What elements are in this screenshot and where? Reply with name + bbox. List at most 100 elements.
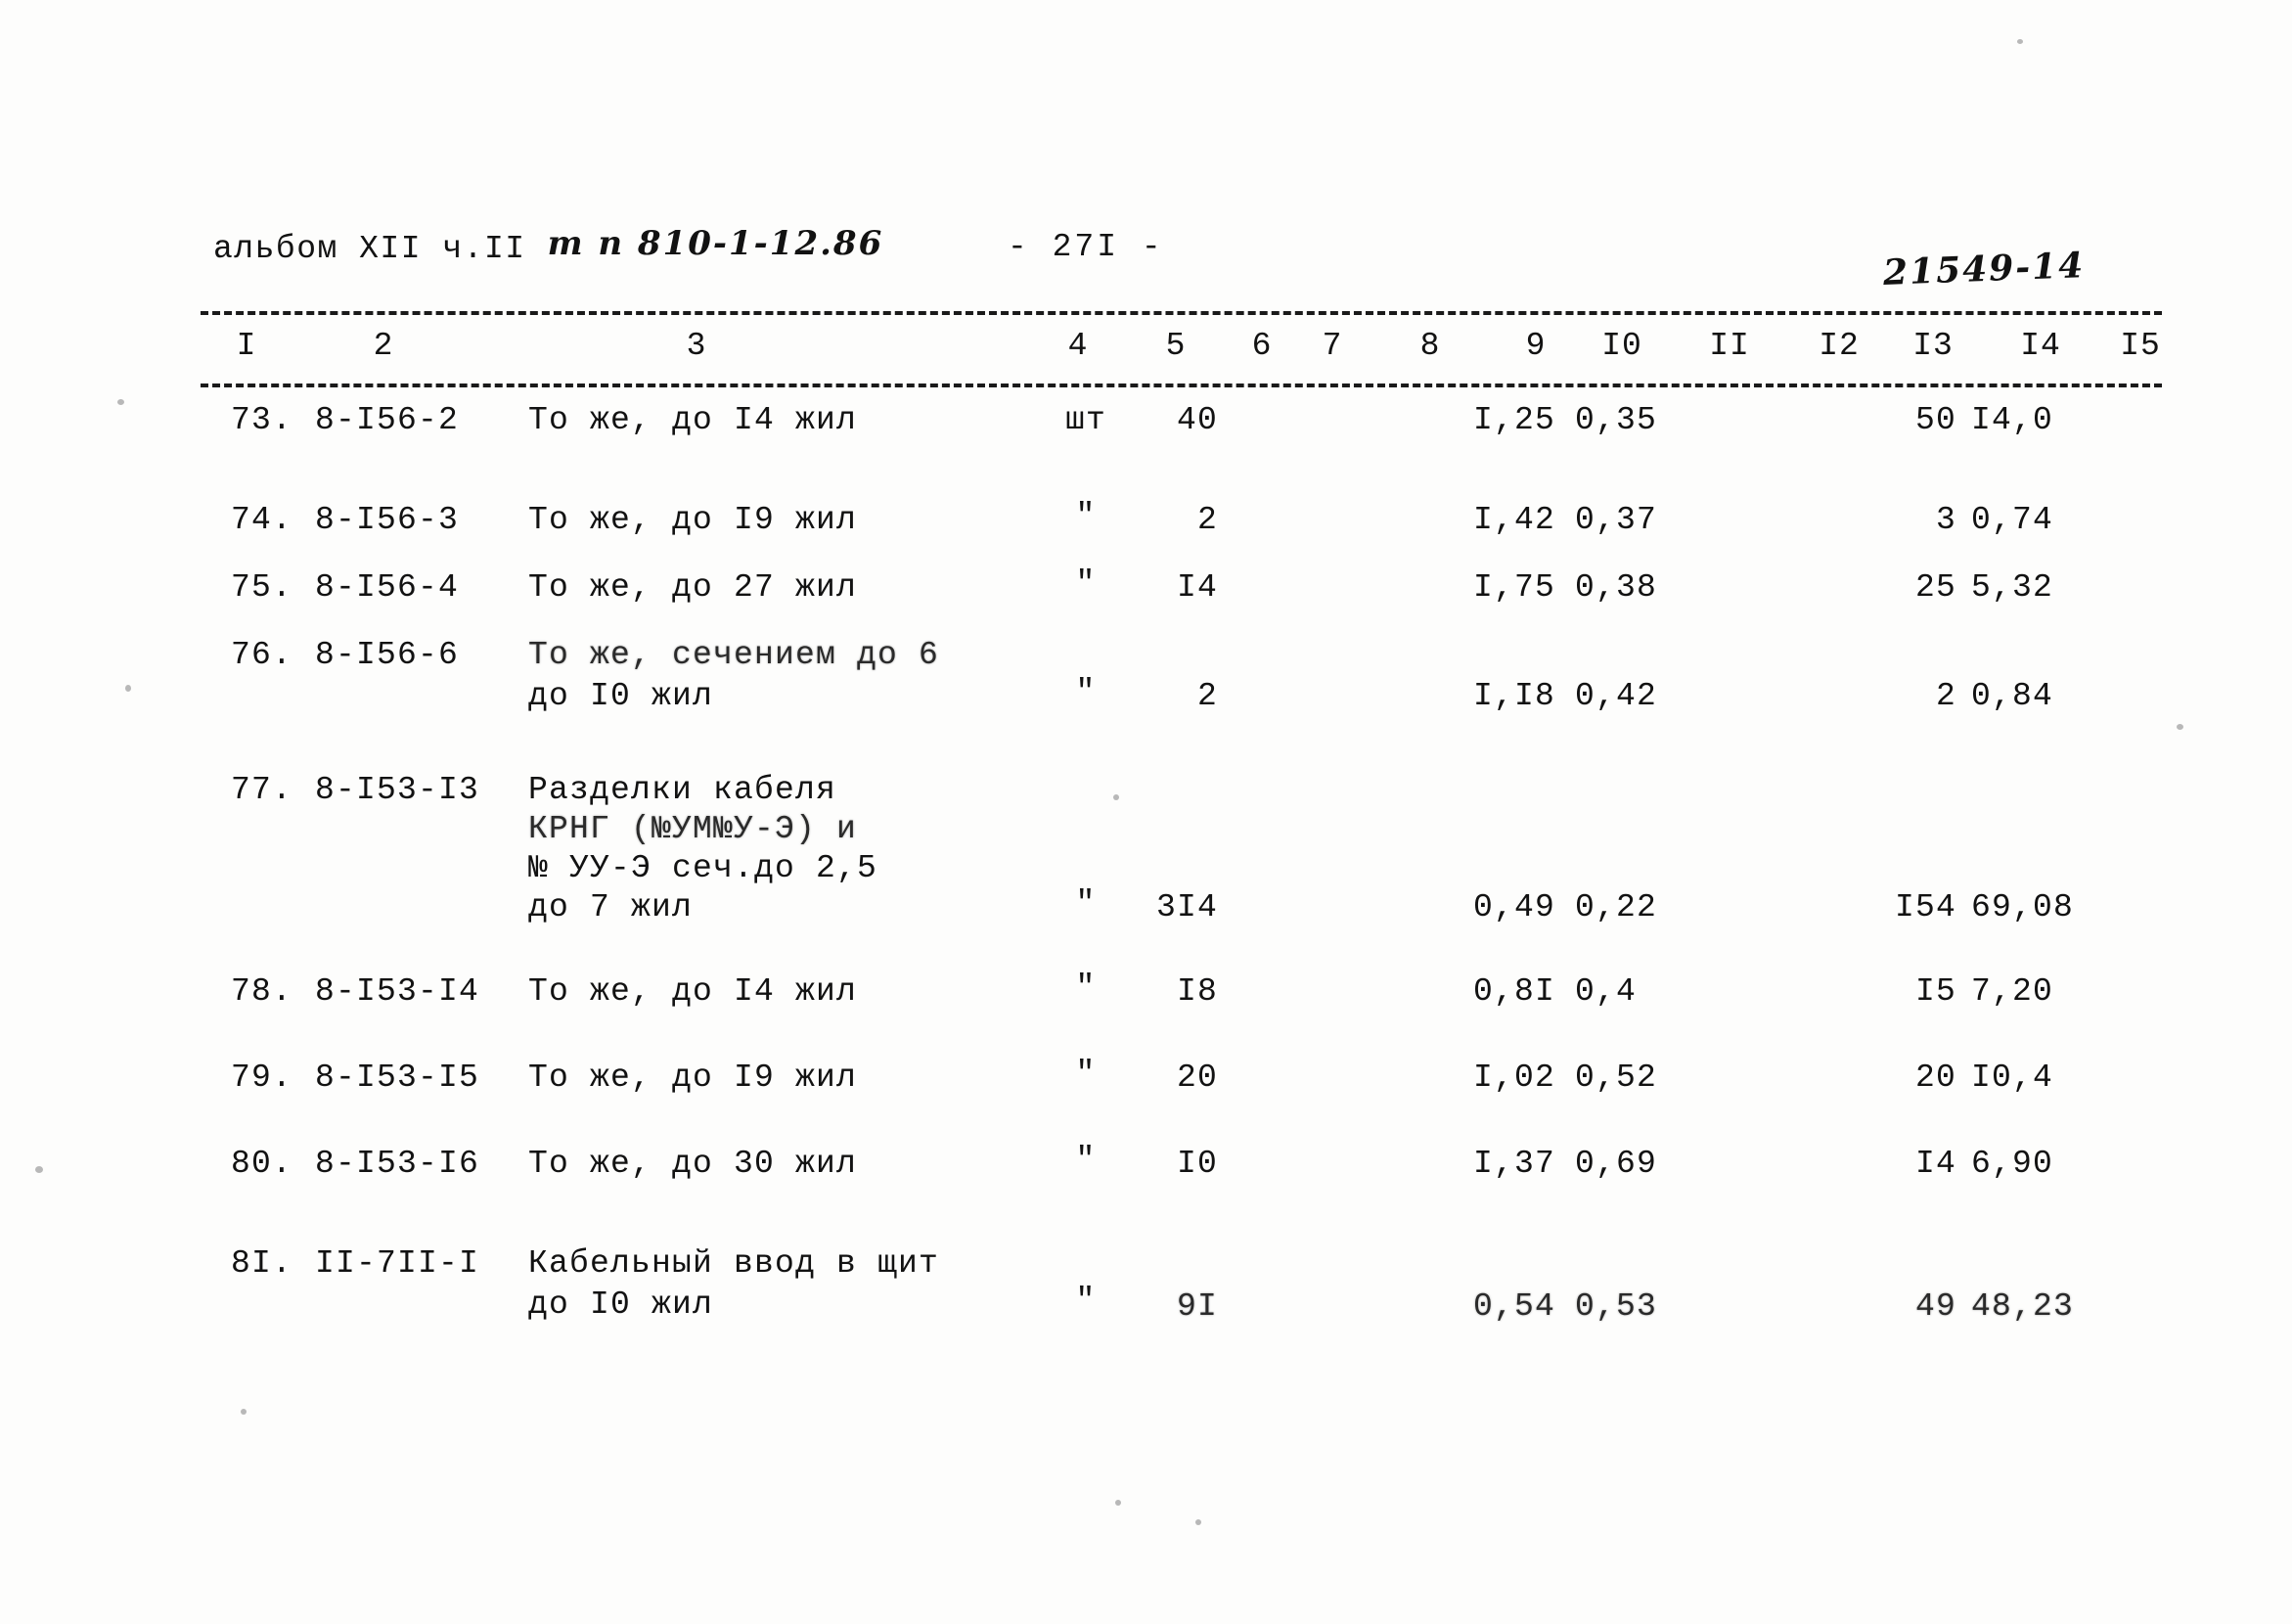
row-quantity: 20 <box>1176 1060 1218 1096</box>
row-description-line: То же, сечением до 6 <box>528 637 940 673</box>
table-row: 74. 8-I56-3 То же, до I9 жил " 2 I,42 0,… <box>0 498 2292 566</box>
row-col14: 0,84 <box>1971 678 2054 714</box>
row-quantity: 3I4 <box>1155 889 1218 925</box>
row-code: 8-I53-I4 <box>315 973 480 1010</box>
row-col9: 0,8I <box>1472 973 1555 1010</box>
row-col9: 0,49 <box>1472 889 1555 925</box>
row-code: 8-I53-I6 <box>315 1146 480 1182</box>
document-header: альбом XII ч.II т п 810-1-12.86 - 27I - 2… <box>0 224 2292 293</box>
row-col13: I4 <box>1914 1146 1956 1182</box>
row-col13: I5 <box>1914 973 1956 1010</box>
row-description-line: КРНГ (№УМ№У-Э) и <box>528 811 858 847</box>
page-number: - 27I - <box>1008 229 1164 265</box>
row-col10: 0,53 <box>1575 1288 1658 1325</box>
column-header-13: I3 <box>1912 328 1954 364</box>
album-handwritten-code: т п 810-1-12.86 <box>547 224 884 263</box>
table-rule-bottom <box>201 383 2162 387</box>
row-col10: 0,4 <box>1575 973 1638 1010</box>
scan-speck <box>1195 1519 1201 1525</box>
album-typed-label: альбом XII ч.II <box>213 231 526 267</box>
column-header-15: I5 <box>2120 328 2161 364</box>
row-col14: 6,90 <box>1971 1146 2054 1182</box>
column-header-12: I2 <box>1819 328 1860 364</box>
row-code: II-7II-I <box>315 1245 480 1282</box>
row-quantity: I4 <box>1176 569 1218 606</box>
scan-speck <box>1115 1500 1121 1506</box>
row-col14: 69,08 <box>1971 889 2075 925</box>
row-col10: 0,22 <box>1575 889 1658 925</box>
row-quantity: 2 <box>1196 502 1218 538</box>
column-header-3: 3 <box>686 328 707 364</box>
row-description-line: То же, до 30 жил <box>528 1146 858 1182</box>
column-header-6: 6 <box>1251 328 1273 364</box>
row-col13: 25 <box>1914 569 1956 606</box>
row-col13: 20 <box>1914 1060 1956 1096</box>
row-col10: 0,38 <box>1575 569 1658 606</box>
row-unit: " <box>1075 498 1097 534</box>
row-quantity: I0 <box>1176 1146 1218 1182</box>
archive-number: 21549-14 <box>1882 245 2087 293</box>
scan-speck <box>2017 39 2023 44</box>
table-row: 75. 8-I56-4 То же, до 27 жил " I4 I,75 0… <box>0 565 2292 634</box>
row-unit: " <box>1075 565 1097 602</box>
column-header-2: 2 <box>373 328 394 364</box>
column-header-11: II <box>1709 328 1750 364</box>
row-description-line: Разделки кабеля <box>528 772 837 808</box>
column-header-5: 5 <box>1165 328 1187 364</box>
row-unit: " <box>1075 1056 1097 1092</box>
scan-speck <box>241 1409 247 1415</box>
row-col13: 2 <box>1935 678 1956 714</box>
row-quantity: I8 <box>1176 973 1218 1010</box>
table-row: 79. 8-I53-I5 То же, до I9 жил " 20 I,02 … <box>0 1056 2292 1143</box>
row-code: 8-I56-3 <box>315 502 460 538</box>
row-col9: I,I8 <box>1472 678 1555 714</box>
table-row: 77. 8-I53-I3 Разделки кабеля КРНГ (№УМ№У… <box>0 769 2292 970</box>
row-description-line: То же, до I9 жил <box>528 1060 858 1096</box>
row-code: 8-I53-I5 <box>315 1060 480 1096</box>
row-description-line: Кабельный ввод в щит <box>528 1245 940 1282</box>
row-description-line: № УУ-Э сеч.до 2,5 <box>528 850 878 886</box>
row-col9: 0,54 <box>1472 1288 1555 1325</box>
row-unit: " <box>1075 970 1097 1006</box>
row-col9: I,25 <box>1472 402 1555 438</box>
row-code: 8-I56-2 <box>315 402 460 438</box>
row-description-line: до I0 жил <box>528 1286 714 1323</box>
row-unit: " <box>1075 1283 1097 1319</box>
row-col13: 50 <box>1914 402 1956 438</box>
row-col14: 0,74 <box>1971 502 2054 538</box>
column-header-4: 4 <box>1067 328 1089 364</box>
row-number: 73. <box>231 402 293 438</box>
table-row: 8I. II-7II-I Кабельный ввод в щит до I0 … <box>0 1242 2292 1370</box>
row-col14: 7,20 <box>1971 973 2054 1010</box>
row-unit: " <box>1075 885 1097 922</box>
specification-table: 73. 8-I56-2 То же, до I4 жил шт 40 I,25 … <box>0 399 2292 1370</box>
row-description-line: То же, до I4 жил <box>528 402 858 438</box>
row-col13: 49 <box>1914 1288 1956 1325</box>
row-quantity: 2 <box>1196 678 1218 714</box>
row-col13: 3 <box>1935 502 1956 538</box>
row-description-line: до I0 жил <box>528 678 714 714</box>
column-header-row: I 2 3 4 5 6 7 8 9 I0 II I2 I3 I4 I5 <box>0 328 2292 371</box>
row-number: 78. <box>231 973 293 1010</box>
column-header-7: 7 <box>1322 328 1343 364</box>
row-number: 79. <box>231 1060 293 1096</box>
column-header-14: I4 <box>2020 328 2061 364</box>
row-col9: I,42 <box>1472 502 1555 538</box>
row-code: 8-I56-6 <box>315 637 460 673</box>
album-reference: альбом XII ч.II т п 810-1-12.86 <box>213 224 884 267</box>
row-col9: I,02 <box>1472 1060 1555 1096</box>
table-row: 76. 8-I56-6 То же, сечением до 6 до I0 ж… <box>0 634 2292 769</box>
row-unit: шт <box>1064 402 1106 438</box>
row-col10: 0,42 <box>1575 678 1658 714</box>
row-col14: 48,23 <box>1971 1288 2075 1325</box>
row-col13: I54 <box>1894 889 1956 925</box>
row-col14: I4,0 <box>1971 402 2054 438</box>
row-col10: 0,37 <box>1575 502 1658 538</box>
row-description-line: То же, до 27 жил <box>528 569 858 606</box>
row-col14: I0,4 <box>1971 1060 2054 1096</box>
table-row: 73. 8-I56-2 То же, до I4 жил шт 40 I,25 … <box>0 399 2292 499</box>
row-description-line: до 7 жил <box>528 889 694 925</box>
row-col10: 0,52 <box>1575 1060 1658 1096</box>
column-header-1: I <box>236 328 257 364</box>
row-number: 80. <box>231 1146 293 1182</box>
